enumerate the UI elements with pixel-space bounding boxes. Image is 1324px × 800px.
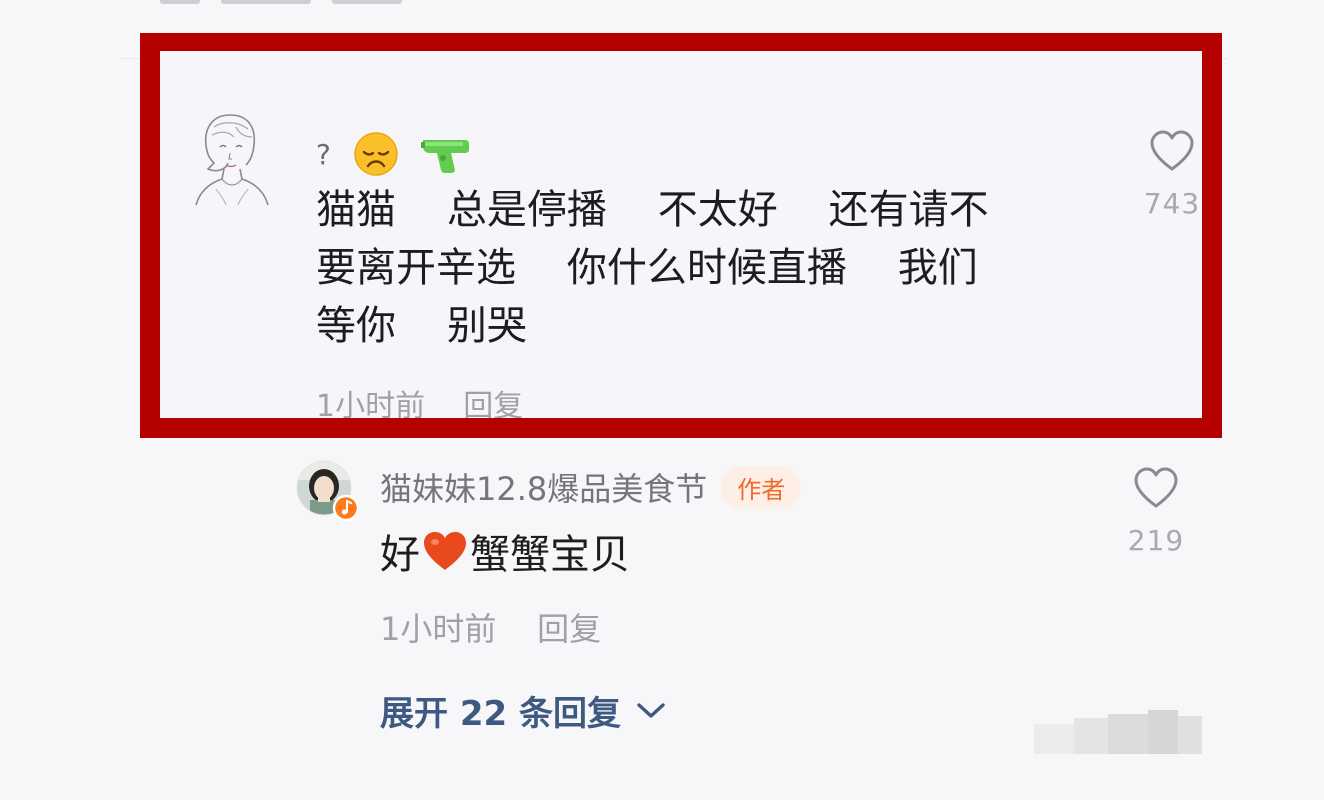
red-heart-icon: [424, 532, 466, 570]
author-name-line: 猫妹妹12.8爆品美食节 作者: [380, 464, 802, 510]
author-avatar[interactable]: [296, 460, 358, 522]
reply-time: 1小时前: [380, 610, 497, 648]
cut-off-text: [332, 0, 403, 4]
reply-like[interactable]: 219: [1126, 466, 1186, 557]
comment-text-line: 等你 别哭: [316, 303, 527, 349]
highlighted-comment: ? 猫猫 总是停播 不太好 还有请不 要离开辛选 你什么时候直播 我们 等你 别…: [140, 33, 1222, 438]
comment-text-line: 猫猫 总是停播 不太好 还有请不: [316, 187, 989, 233]
like-count: 219: [1127, 524, 1185, 557]
water-pistol-icon: [420, 140, 469, 173]
cut-off-text: [160, 0, 200, 4]
comment-time: 1小时前: [316, 389, 426, 424]
reply-text: 好 蟹蟹宝贝: [380, 522, 630, 580]
comment-text-line: 要离开辛选 你什么时候直播 我们: [316, 245, 978, 291]
comment-username-line: ?: [316, 131, 471, 177]
expand-replies-label[interactable]: 展开 22 条回复: [380, 686, 621, 735]
reply-text-end: 蟹蟹宝贝: [470, 532, 630, 578]
reply-meta: 1小时前 回复: [380, 604, 601, 650]
author-username[interactable]: 猫妹妹12.8爆品美食节: [380, 464, 707, 510]
author-badge: 作者: [721, 465, 802, 509]
comment-like[interactable]: 743: [1142, 129, 1202, 220]
expand-replies-button[interactable]: 展开 22 条回复: [380, 686, 667, 735]
reply-reply-button[interactable]: 回复: [537, 610, 601, 648]
username[interactable]: ?: [316, 138, 331, 171]
disappointed-face-icon: [354, 132, 398, 176]
previous-comment-cut-off: [160, 0, 460, 6]
chevron-down-icon[interactable]: [635, 700, 667, 722]
watermark-blur: [1034, 710, 1202, 754]
comment-meta: 1小时前 回复: [316, 381, 523, 424]
author-reply: 猫妹妹12.8爆品美食节 作者 好 蟹蟹宝贝 1小时前 回复: [296, 456, 1196, 656]
like-count: 743: [1143, 187, 1201, 220]
user-avatar[interactable]: [190, 107, 274, 207]
cut-off-text: [221, 0, 312, 4]
heart-outline-icon[interactable]: [1132, 466, 1180, 510]
heart-outline-icon[interactable]: [1148, 129, 1196, 173]
comment-text: 猫猫 总是停播 不太好 还有请不 要离开辛选 你什么时候直播 我们 等你 别哭: [316, 181, 1076, 355]
reply-text-start: 好: [380, 532, 420, 578]
reply-button[interactable]: 回复: [463, 389, 523, 418]
